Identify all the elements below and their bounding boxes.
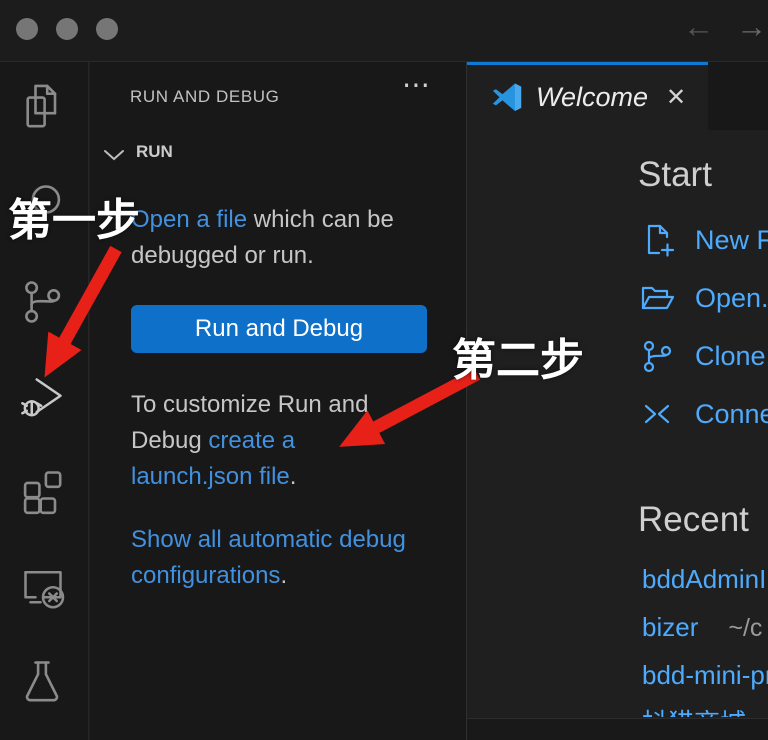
editor-group: Welcome ✕ Start New File... Open... Clon… [466,62,768,740]
show-configs-paragraph: Show all automatic debug configurations. [131,522,419,594]
customize-paragraph: To customize Run and Debug create a laun… [131,387,419,495]
tab-close-icon[interactable]: ✕ [666,83,686,112]
window-minimize-button[interactable] [56,18,78,40]
show-configs-period: . [280,562,287,589]
recent-item-name: bizer [642,612,698,642]
start-item-label: Connect... [695,399,768,430]
recent-item-name: bddAdminIn [642,564,768,594]
source-control-icon[interactable] [18,276,68,328]
tab-welcome[interactable]: Welcome ✕ [467,62,708,130]
vscode-window: ← → [0,0,768,740]
explorer-icon[interactable] [18,82,68,134]
title-bar: ← → [0,0,768,62]
start-item-open[interactable]: Open... [639,280,768,316]
remote-connect-icon [639,396,675,432]
start-item-label: New File... [695,225,768,256]
editor-bottom-strip [467,718,768,740]
step1-annotation: 第一步 [8,184,140,248]
recent-item[interactable]: 抖猎商城 [642,703,746,717]
more-actions-icon[interactable]: ⋯ [402,68,432,101]
tab-bar: Welcome ✕ [467,62,768,130]
folder-open-icon [639,280,675,316]
tab-label: Welcome [536,82,648,113]
customize-period: . [290,463,297,490]
remote-explorer-icon[interactable] [18,560,68,612]
git-branch-icon [639,338,675,374]
run-and-debug-icon[interactable] [18,370,68,422]
window-zoom-button[interactable] [96,18,118,40]
new-file-icon [639,222,675,258]
chevron-down-icon[interactable] [103,148,125,162]
recent-item-name: 抖猎商城 [642,708,746,717]
start-item-label: Open... [695,283,768,314]
start-item-connect[interactable]: Connect... [639,396,768,432]
recent-item-path: ~/c [728,614,762,642]
panel-title: RUN AND DEBUG [130,87,280,107]
show-all-configs-link[interactable]: Show all automatic debug configurations [131,526,406,589]
vscode-logo-icon [490,81,524,115]
start-heading: Start [638,155,712,195]
recent-item[interactable]: bdd-mini-pr [642,660,768,691]
start-item-label: Clone... [695,341,768,372]
start-item-new-file[interactable]: New File... [639,222,768,258]
activity-bar [0,62,89,740]
recent-item-name: bdd-mini-pr [642,660,768,690]
navigate-forward-icon[interactable]: → [736,7,767,47]
testing-icon[interactable] [18,656,68,708]
run-and-debug-button[interactable]: Run and Debug [131,305,427,353]
open-file-paragraph: Open a file which can be debugged or run… [131,202,419,274]
extensions-icon[interactable] [18,466,68,518]
run-section-header[interactable]: RUN [136,142,173,162]
open-a-file-link[interactable]: Open a file [131,206,247,233]
run-and-debug-panel: RUN AND DEBUG ⋯ RUN Open a file which ca… [90,62,466,740]
recent-item[interactable]: bddAdminIn [642,564,768,595]
navigate-back-icon[interactable]: ← [683,7,714,47]
start-item-clone[interactable]: Clone... [639,338,768,374]
recent-heading: Recent [638,500,749,540]
window-close-button[interactable] [16,18,38,40]
step2-annotation: 第二步 [452,324,584,388]
recent-item[interactable]: bizer ~/c [642,612,762,643]
